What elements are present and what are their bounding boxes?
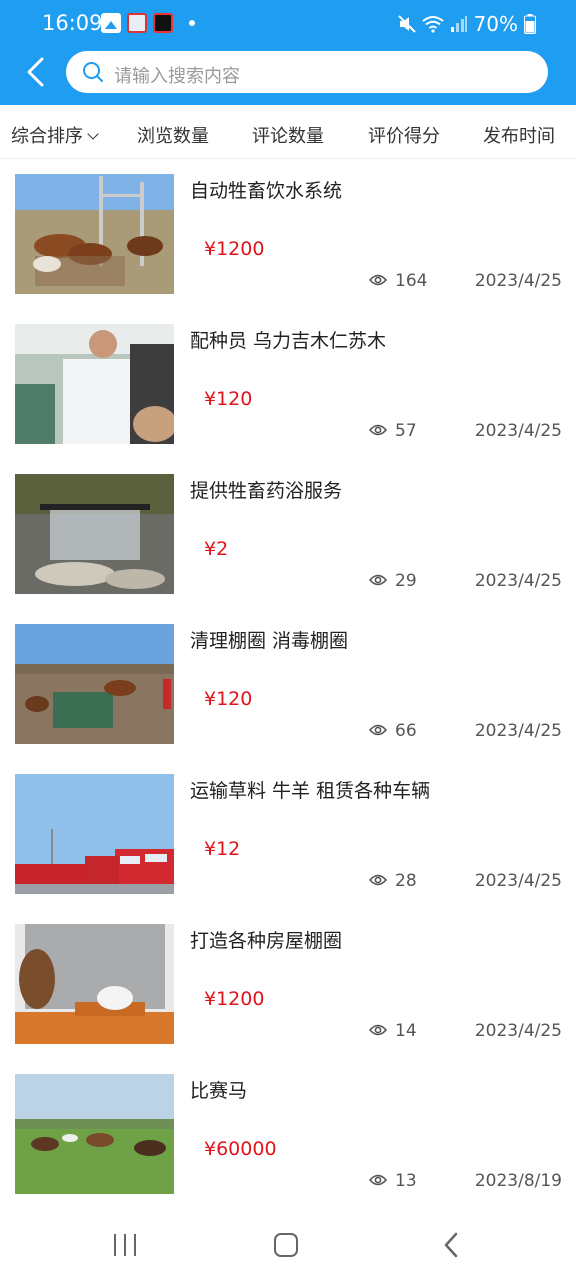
listing-views: 14 <box>395 1021 417 1041</box>
search-input[interactable]: 请输入搜索内容 <box>66 51 548 93</box>
listing-price: ¥2 <box>204 538 229 560</box>
listing-image <box>15 474 174 594</box>
listing-image <box>15 774 174 894</box>
notification-dot-icon <box>189 20 195 26</box>
listing-item[interactable]: 运输草料 牛羊 租赁各种车辆 ¥12 28 2023/4/25 <box>0 774 576 924</box>
listing-item[interactable]: 打造各种房屋棚圈 ¥1200 14 2023/4/25 <box>0 924 576 1074</box>
status-icons-right: 70% <box>397 12 536 36</box>
eye-icon <box>369 724 387 736</box>
eye-icon <box>369 1174 387 1186</box>
listing-title: 运输草料 牛羊 租赁各种车辆 <box>190 780 431 802</box>
listing-item[interactable]: 配种员 乌力吉木仁苏木 ¥120 57 2023/4/25 <box>0 324 576 474</box>
battery-percent: 70% <box>473 12 518 36</box>
listing-item[interactable]: 清理棚圈 消毒棚圈 ¥120 66 2023/4/25 <box>0 624 576 774</box>
listing-title: 自动牲畜饮水系统 <box>190 180 343 202</box>
listing-date: 2023/4/25 <box>474 1021 562 1041</box>
listing-views: 66 <box>395 721 417 741</box>
listing-views: 28 <box>395 871 417 891</box>
listing-image <box>15 324 174 444</box>
status-bar: 16:09 70% <box>0 0 576 48</box>
gallery-icon <box>101 13 121 33</box>
app-header: 16:09 70% 请输入搜索内容 <box>0 0 576 105</box>
eye-icon <box>369 574 387 586</box>
home-icon[interactable] <box>274 1233 298 1257</box>
listing-image <box>15 1074 174 1194</box>
listing-title: 比赛马 <box>190 1080 248 1102</box>
battery-icon <box>524 14 536 34</box>
listing-title: 提供牲畜药浴服务 <box>190 480 343 502</box>
back-icon[interactable] <box>440 1232 466 1258</box>
sort-comprehensive[interactable]: 综合排序 <box>11 122 99 148</box>
sort-views[interactable]: 浏览数量 <box>137 122 209 148</box>
listing-title: 打造各种房屋棚圈 <box>190 930 343 952</box>
wifi-icon <box>421 16 444 33</box>
listing-item[interactable]: 自动牲畜饮水系统 ¥1200 164 2023/4/25 <box>0 174 576 324</box>
listing-price: ¥1200 <box>204 238 265 260</box>
recent-apps-icon[interactable] <box>114 1234 136 1256</box>
status-time: 16:09 <box>42 11 103 35</box>
listing-date: 2023/4/25 <box>474 421 562 441</box>
signal-icon <box>450 16 467 32</box>
listing-views: 13 <box>395 1171 417 1191</box>
sort-bar: 综合排序 浏览数量 评论数量 评价得分 发布时间 <box>0 105 576 159</box>
listing-price: ¥12 <box>204 838 241 860</box>
sort-comments[interactable]: 评论数量 <box>252 122 324 148</box>
app-notification-icon <box>127 13 147 33</box>
listing-image <box>15 174 174 294</box>
sort-comprehensive-label: 综合排序 <box>11 126 83 147</box>
eye-icon <box>369 424 387 436</box>
eye-icon <box>369 274 387 286</box>
listing-price: ¥120 <box>204 388 253 410</box>
listing-date: 2023/4/25 <box>474 871 562 891</box>
listing-title: 清理棚圈 消毒棚圈 <box>190 630 349 652</box>
search-icon <box>83 62 103 82</box>
listing-views: 29 <box>395 571 417 591</box>
listing-item[interactable]: 比赛马 ¥60000 13 2023/8/19 <box>0 1074 576 1224</box>
listing-date: 2023/8/19 <box>474 1171 562 1191</box>
search-placeholder: 请输入搜索内容 <box>114 66 240 87</box>
screen-record-icon <box>153 13 173 33</box>
back-button[interactable] <box>22 56 50 88</box>
listing-price: ¥120 <box>204 688 253 710</box>
listing-date: 2023/4/25 <box>474 721 562 741</box>
sort-rating[interactable]: 评价得分 <box>368 122 440 148</box>
listing-price: ¥60000 <box>204 1138 277 1160</box>
eye-icon <box>369 1024 387 1036</box>
listing-item[interactable]: 提供牲畜药浴服务 ¥2 29 2023/4/25 <box>0 474 576 624</box>
listing-image <box>15 624 174 744</box>
chevron-down-icon <box>87 128 99 140</box>
listing-date: 2023/4/25 <box>474 271 562 291</box>
mute-icon <box>397 15 416 33</box>
sort-publish-time[interactable]: 发布时间 <box>483 122 555 148</box>
eye-icon <box>369 874 387 886</box>
status-icons-left <box>101 13 195 33</box>
listing-views: 57 <box>395 421 417 441</box>
listing-date: 2023/4/25 <box>474 571 562 591</box>
system-nav-bar <box>0 1210 576 1280</box>
listing-image <box>15 924 174 1044</box>
listing-price: ¥1200 <box>204 988 265 1010</box>
listing-title: 配种员 乌力吉木仁苏木 <box>190 330 387 352</box>
listing-views: 164 <box>395 271 428 291</box>
